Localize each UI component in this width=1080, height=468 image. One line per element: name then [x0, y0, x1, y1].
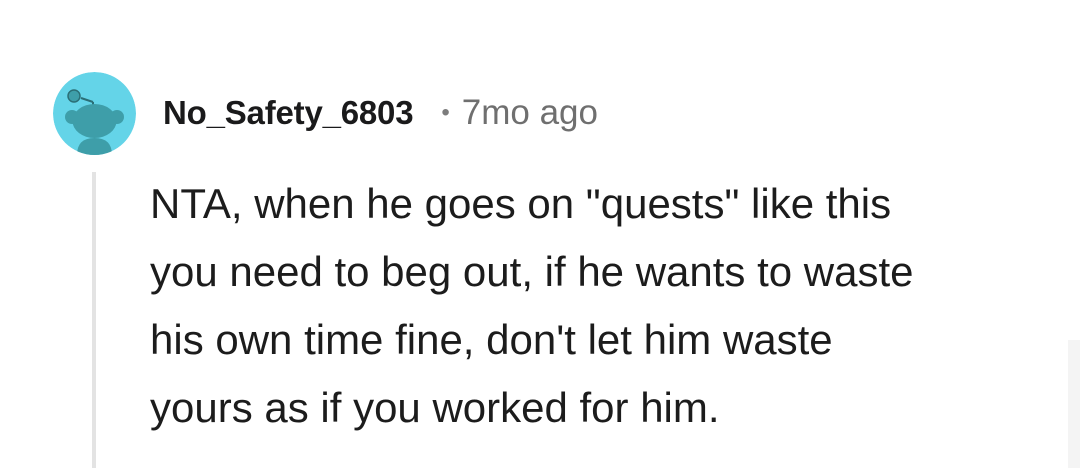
thread-collapse-line[interactable]	[92, 172, 96, 468]
snoo-avatar-icon	[53, 72, 136, 155]
comment-line: his own time fine, don't let him waste	[150, 316, 833, 363]
avatar[interactable]	[53, 72, 136, 155]
comment-timestamp[interactable]: 7mo ago	[462, 93, 598, 133]
comment-line: NTA, when he goes on "quests" like this	[150, 180, 892, 227]
comment-header: No_Safety_6803 • 7mo ago	[163, 90, 598, 136]
comment-line: yours as if you worked for him.	[150, 384, 720, 431]
username-link[interactable]: No_Safety_6803	[163, 94, 414, 132]
comment-body: NTA, when he goes on "quests" like this …	[150, 170, 1050, 442]
separator-dot: •	[441, 99, 450, 126]
edge-shade	[1068, 340, 1080, 468]
comment-line: you need to beg out, if he wants to wast…	[150, 248, 914, 295]
